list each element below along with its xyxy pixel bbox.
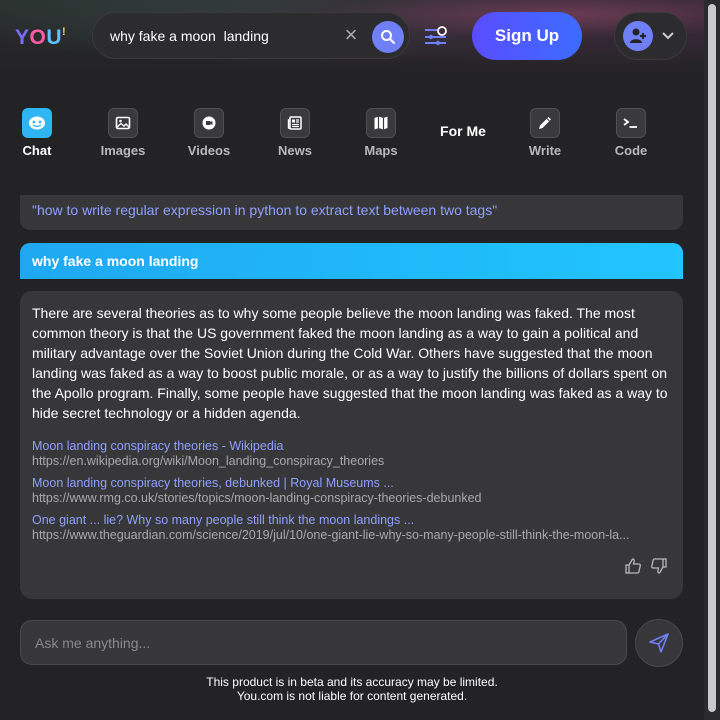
- chat-icon: [29, 116, 45, 130]
- tab-news[interactable]: News: [265, 108, 325, 158]
- thumbs-up-icon[interactable]: [624, 557, 642, 575]
- videos-tab-icon-box: [194, 108, 224, 138]
- search-button[interactable]: [372, 21, 404, 53]
- tab-write[interactable]: Write: [515, 108, 575, 158]
- current-query: why fake a moon landing: [20, 243, 683, 279]
- filter-settings-icon[interactable]: [424, 26, 448, 46]
- chevron-down-icon: [662, 32, 674, 40]
- tab-code-label: Code: [614, 143, 648, 158]
- logo-mark: !: [62, 26, 67, 38]
- thumbs-down-icon[interactable]: [650, 557, 668, 575]
- tab-videos[interactable]: Videos: [179, 108, 239, 158]
- tab-write-label: Write: [528, 143, 562, 158]
- source-link[interactable]: One giant ... lie? Why so many people st…: [32, 513, 671, 528]
- maps-tab-icon-box: [366, 108, 396, 138]
- tab-images[interactable]: Images: [93, 108, 153, 158]
- previous-query[interactable]: "how to write regular expression in pyth…: [20, 195, 683, 230]
- source-url: https://www.theguardian.com/science/2019…: [32, 528, 630, 542]
- news-icon: [287, 116, 302, 130]
- avatar: [623, 21, 653, 51]
- image-icon: [115, 116, 131, 130]
- disclaimer-line-2: You.com is not liable for content genera…: [236, 689, 468, 703]
- add-user-icon: [630, 28, 646, 43]
- terminal-icon: [623, 118, 637, 128]
- source-item: Moon landing conspiracy theories - Wikip…: [32, 439, 671, 468]
- chat-tab-icon-box: [22, 108, 52, 138]
- app-root: YOU! why fake a moon landing × Sign Up C…: [0, 0, 720, 720]
- answer-card: There are several theories as to why som…: [20, 291, 683, 599]
- news-tab-icon-box: [280, 108, 310, 138]
- source-url: https://en.wikipedia.org/wiki/Moon_landi…: [32, 454, 385, 468]
- user-menu-button[interactable]: [614, 12, 687, 60]
- logo-letter-u: U: [46, 26, 63, 49]
- video-icon: [202, 116, 216, 130]
- ask-input[interactable]: [20, 620, 627, 665]
- code-tab-icon-box: [616, 108, 646, 138]
- sign-up-button[interactable]: Sign Up: [472, 12, 582, 60]
- search-bar[interactable]: why fake a moon landing ×: [92, 12, 410, 59]
- map-icon: [374, 116, 388, 130]
- page-scrollbar[interactable]: [704, 0, 720, 720]
- tab-chat-label: Chat: [22, 143, 52, 158]
- search-icon: [381, 30, 395, 44]
- tab-maps[interactable]: Maps: [351, 108, 411, 158]
- source-link[interactable]: Moon landing conspiracy theories - Wikip…: [32, 439, 671, 454]
- tab-chat[interactable]: Chat: [7, 108, 67, 158]
- tab-images-label: Images: [100, 143, 146, 158]
- tab-for-me-label: For Me: [440, 123, 486, 139]
- disclaimer: This product is in beta and its accuracy…: [0, 675, 704, 703]
- logo-letter-o: O: [29, 26, 47, 49]
- send-button[interactable]: [635, 619, 683, 667]
- write-tab-icon-box: [530, 108, 560, 138]
- logo-letter-y: Y: [15, 26, 30, 49]
- scrollbar-thumb[interactable]: [708, 4, 716, 712]
- search-input[interactable]: why fake a moon landing: [110, 28, 269, 44]
- pencil-icon: [539, 117, 551, 129]
- tab-videos-label: Videos: [187, 143, 231, 158]
- feedback-buttons: [624, 557, 668, 575]
- tab-code[interactable]: Code: [601, 108, 661, 158]
- tab-for-me[interactable]: For Me: [433, 123, 493, 139]
- tab-news-label: News: [278, 143, 312, 158]
- send-icon: [649, 633, 669, 653]
- source-list: Moon landing conspiracy theories - Wikip…: [32, 439, 671, 542]
- disclaimer-line-1: This product is in beta and its accuracy…: [206, 675, 498, 689]
- logo[interactable]: YOU!: [15, 26, 66, 50]
- clear-search-button[interactable]: ×: [341, 24, 361, 46]
- images-tab-icon-box: [108, 108, 138, 138]
- tab-maps-label: Maps: [364, 143, 398, 158]
- source-link[interactable]: Moon landing conspiracy theories, debunk…: [32, 476, 671, 491]
- source-item: Moon landing conspiracy theories, debunk…: [32, 476, 671, 505]
- vertical-tabs: Chat Images Videos News Maps For Me Writ…: [0, 108, 704, 158]
- source-item: One giant ... lie? Why so many people st…: [32, 513, 671, 542]
- answer-text: There are several theories as to why som…: [32, 305, 668, 421]
- source-url: https://www.rmg.co.uk/stories/topics/moo…: [32, 491, 482, 505]
- header: YOU! why fake a moon landing × Sign Up: [0, 0, 704, 73]
